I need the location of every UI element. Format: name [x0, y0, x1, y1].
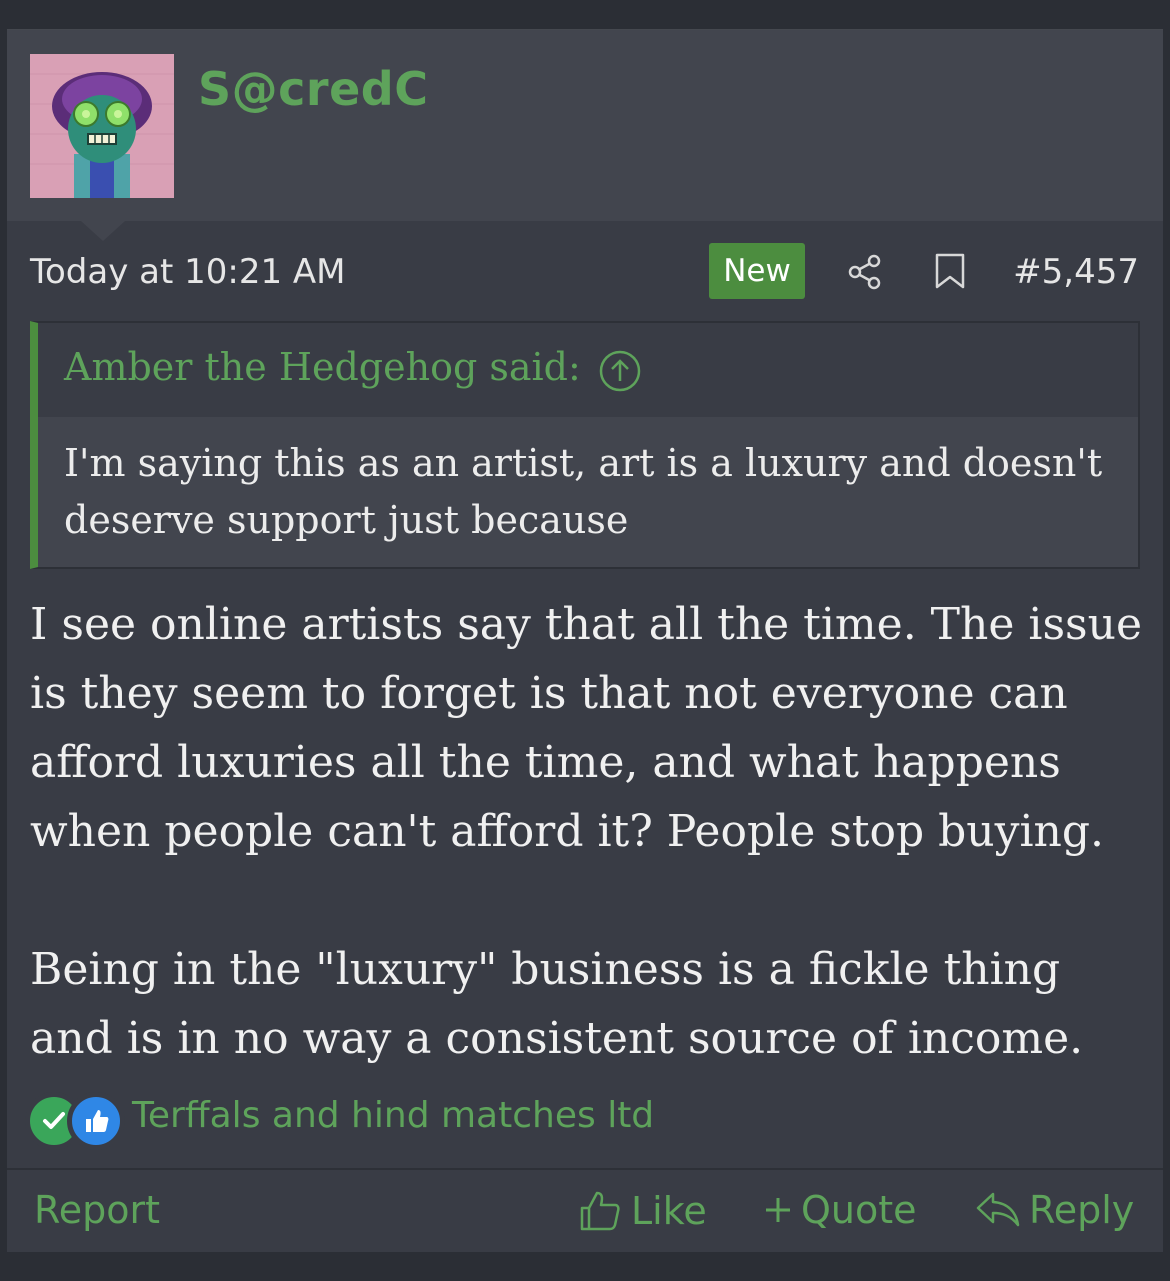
- new-badge: New: [709, 243, 805, 299]
- post-timestamp[interactable]: Today at 10:21 AM: [30, 252, 346, 292]
- forum-post: S@credC Today at 10:21 AM New #5,457 Amb…: [7, 29, 1163, 1252]
- like-label: Like: [631, 1189, 707, 1233]
- quote-author[interactable]: Amber the Hedgehog said:: [64, 345, 581, 389]
- plus-icon: [766, 1198, 790, 1222]
- post-header: S@credC: [7, 30, 1163, 221]
- quote-button[interactable]: Quote: [763, 1188, 917, 1232]
- quote-text: I'm saying this as an artist, art is a l…: [64, 441, 1103, 542]
- quote-header: Amber the Hedgehog said:: [38, 323, 1138, 417]
- report-button[interactable]: Report: [34, 1188, 160, 1232]
- reply-arrow-icon: [976, 1192, 1020, 1227]
- reaction-names[interactable]: Terffals and hind matches ltd: [132, 1095, 654, 1136]
- post-footer: Report Like Quote Reply: [7, 1170, 1163, 1252]
- share-icon[interactable]: [845, 253, 883, 291]
- user-avatar[interactable]: [30, 54, 174, 198]
- post-paragraph: Being in the "luxury" business is a fick…: [30, 944, 1084, 1064]
- reaction-icons[interactable]: [25, 1088, 135, 1150]
- like-button[interactable]: Like: [577, 1188, 707, 1234]
- thumbs-up-icon: [580, 1191, 620, 1231]
- quote-label: Quote: [801, 1188, 917, 1232]
- bookmark-icon[interactable]: [933, 252, 967, 290]
- post-paragraph: I see online artists say that all the ti…: [30, 599, 1142, 857]
- reply-label: Reply: [1029, 1188, 1135, 1232]
- like-reaction-icon: [67, 1092, 125, 1150]
- quote-block: Amber the Hedgehog said: I'm saying this…: [30, 321, 1140, 569]
- reply-button[interactable]: Reply: [975, 1188, 1134, 1232]
- post-body: I see online artists say that all the ti…: [30, 590, 1155, 1073]
- username[interactable]: S@credC: [198, 62, 428, 116]
- arrow-up-circle-icon[interactable]: [598, 349, 642, 393]
- post-number[interactable]: #5,457: [1013, 252, 1139, 292]
- header-arrow: [81, 221, 125, 241]
